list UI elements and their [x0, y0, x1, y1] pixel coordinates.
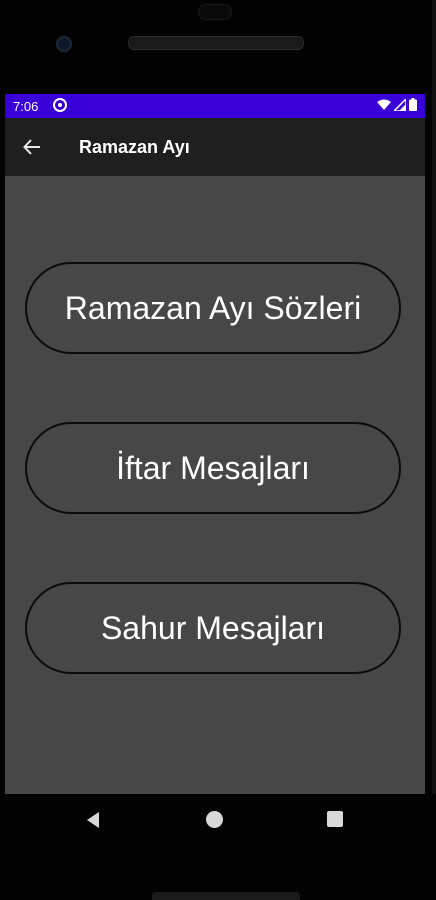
app-screen: 7:06 Ramazan Ayı Ramazan Ayı Sözleri İft…: [5, 94, 425, 840]
status-time: 7:06: [13, 99, 39, 114]
device-side-edge: [432, 0, 436, 900]
device-notch: [198, 4, 232, 20]
system-navigation-bar: [0, 794, 436, 900]
earpiece-speaker: [128, 36, 304, 50]
device-bottom-edge: [152, 892, 300, 900]
recent-apps-icon[interactable]: [327, 811, 343, 827]
status-icons: [377, 98, 417, 111]
wifi-icon: [377, 99, 391, 110]
sahur-mesajlari-button[interactable]: Sahur Mesajları: [25, 582, 401, 674]
home-icon[interactable]: [206, 811, 223, 828]
front-camera: [56, 36, 72, 52]
page-title: Ramazan Ayı: [79, 137, 190, 157]
button-label: Ramazan Ayı Sözleri: [64, 289, 362, 326]
back-icon[interactable]: [84, 810, 104, 830]
status-bar: 7:06: [5, 94, 425, 118]
battery-icon: [409, 98, 417, 111]
signal-icon: [394, 98, 406, 111]
button-label: Sahur Mesajları: [100, 609, 326, 646]
app-notification-icon: [53, 98, 67, 112]
ramazan-ayi-sozleri-button[interactable]: Ramazan Ayı Sözleri: [25, 262, 401, 354]
back-button[interactable]: [19, 134, 45, 160]
phone-device: 7:06 Ramazan Ayı Ramazan Ayı Sözleri İft…: [0, 0, 436, 900]
button-label: İftar Mesajları: [116, 449, 310, 486]
app-toolbar: Ramazan Ayı: [5, 118, 425, 176]
iftar-mesajlari-button[interactable]: İftar Mesajları: [25, 422, 401, 514]
arrow-left-icon: [23, 139, 40, 155]
